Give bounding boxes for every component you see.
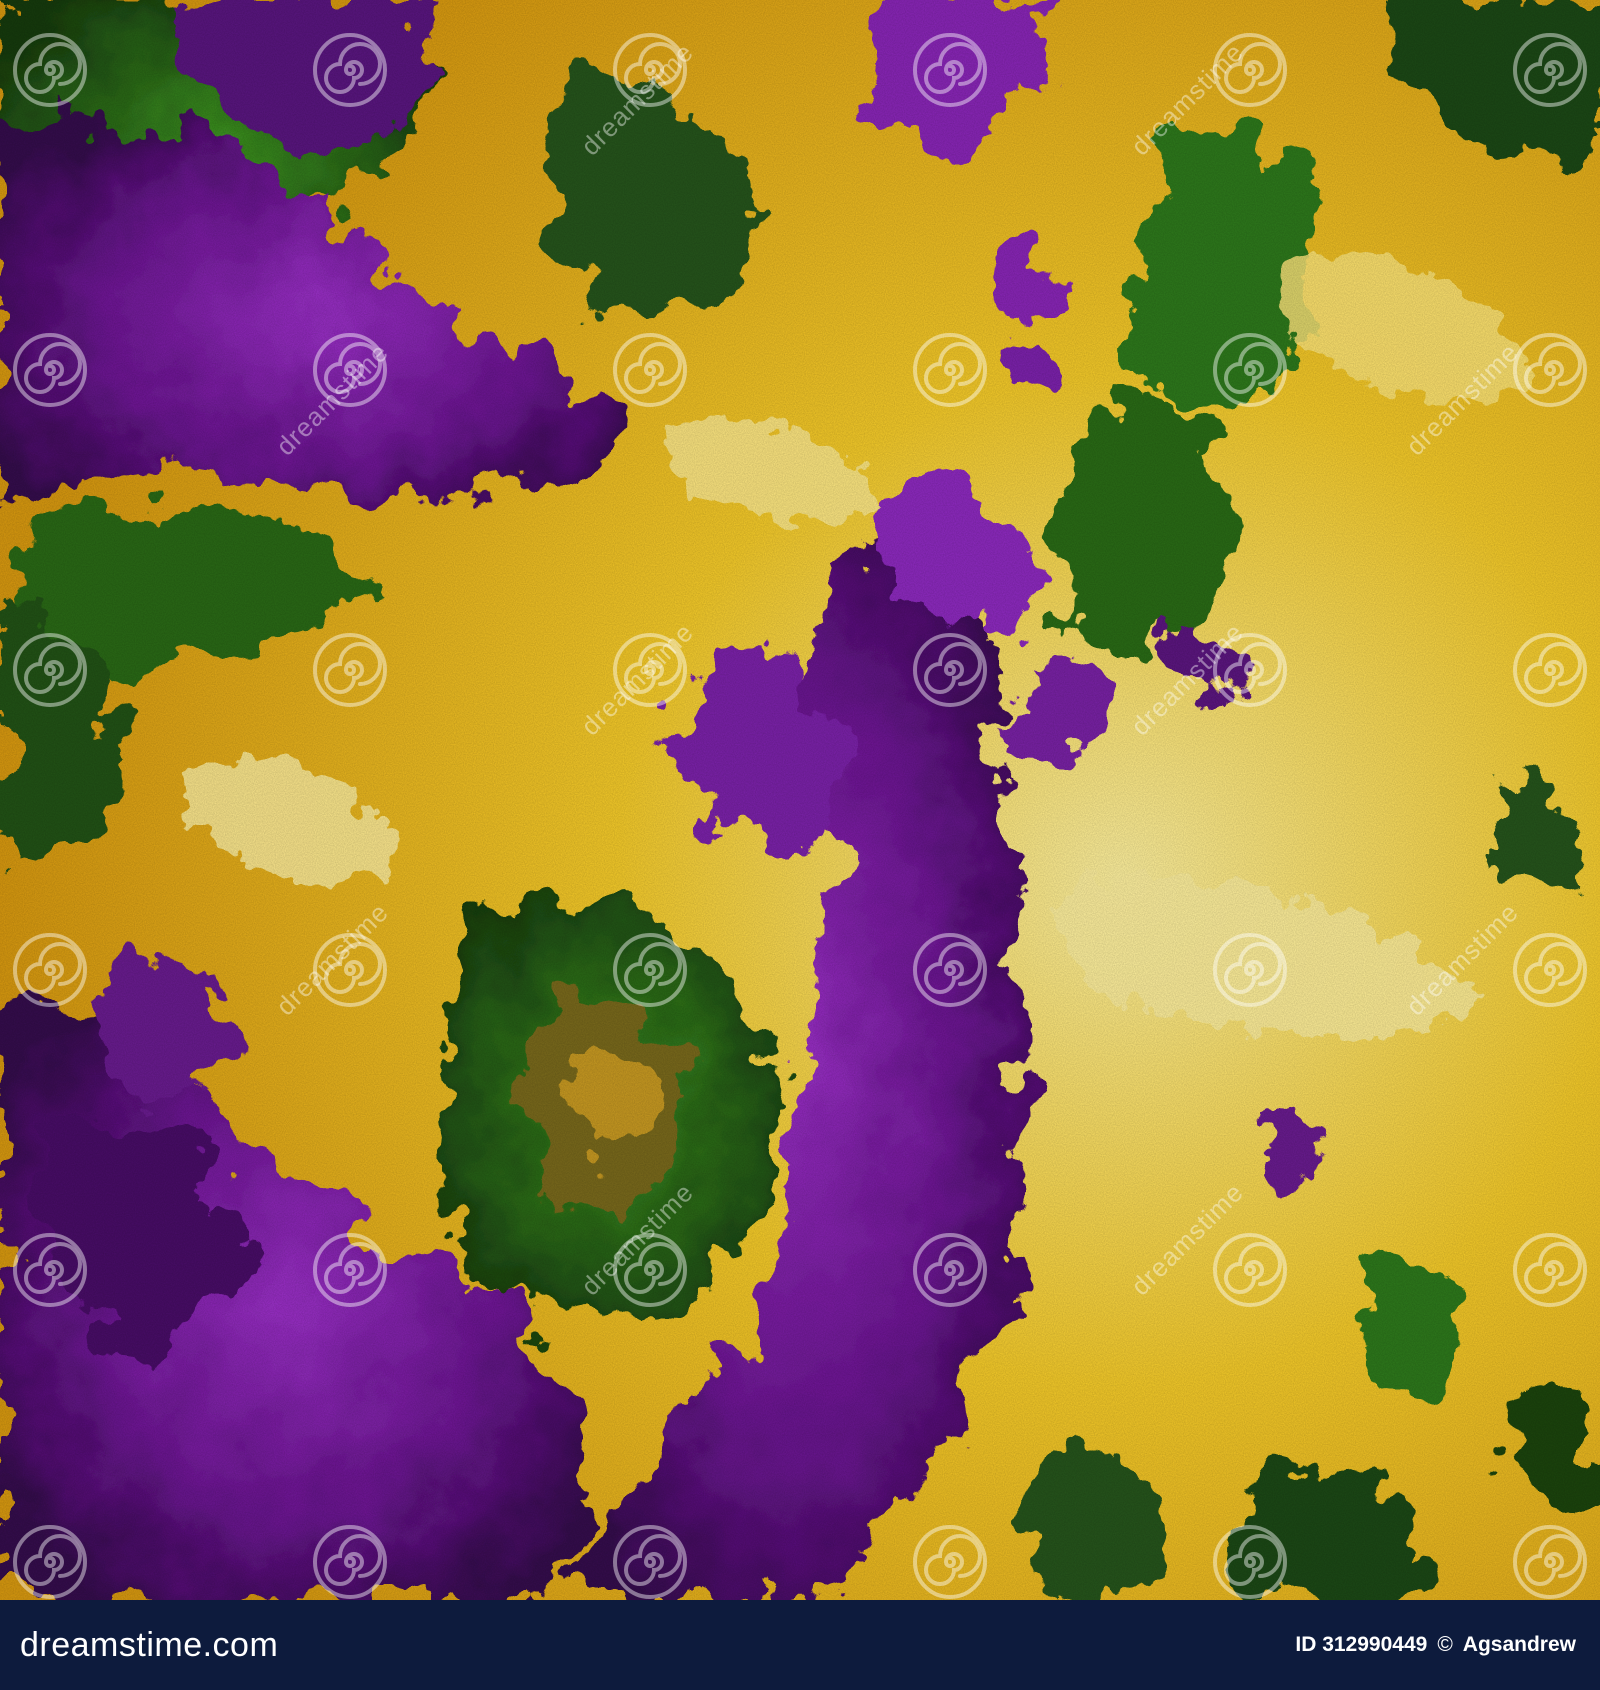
stock-image-frame: dreamstime dreamstime dreamstime dreamstime… bbox=[0, 0, 1600, 1690]
artwork-canvas bbox=[0, 0, 1600, 1600]
image-credit: ID 312990449 © Agsandrew bbox=[1295, 1633, 1576, 1657]
image-id: ID 312990449 bbox=[1295, 1633, 1428, 1656]
abstract-artwork: dreamstime dreamstime dreamstime dreamstime… bbox=[0, 0, 1600, 1600]
author-name[interactable]: Agsandrew bbox=[1463, 1633, 1576, 1657]
texture-grain bbox=[0, 0, 1600, 1600]
dreamstime-logo-text[interactable]: dreamstime.com bbox=[20, 1626, 278, 1665]
stock-footer: dreamstime.com ID 312990449 © Agsandrew bbox=[0, 1600, 1600, 1690]
copyright-icon: © bbox=[1437, 1633, 1453, 1656]
